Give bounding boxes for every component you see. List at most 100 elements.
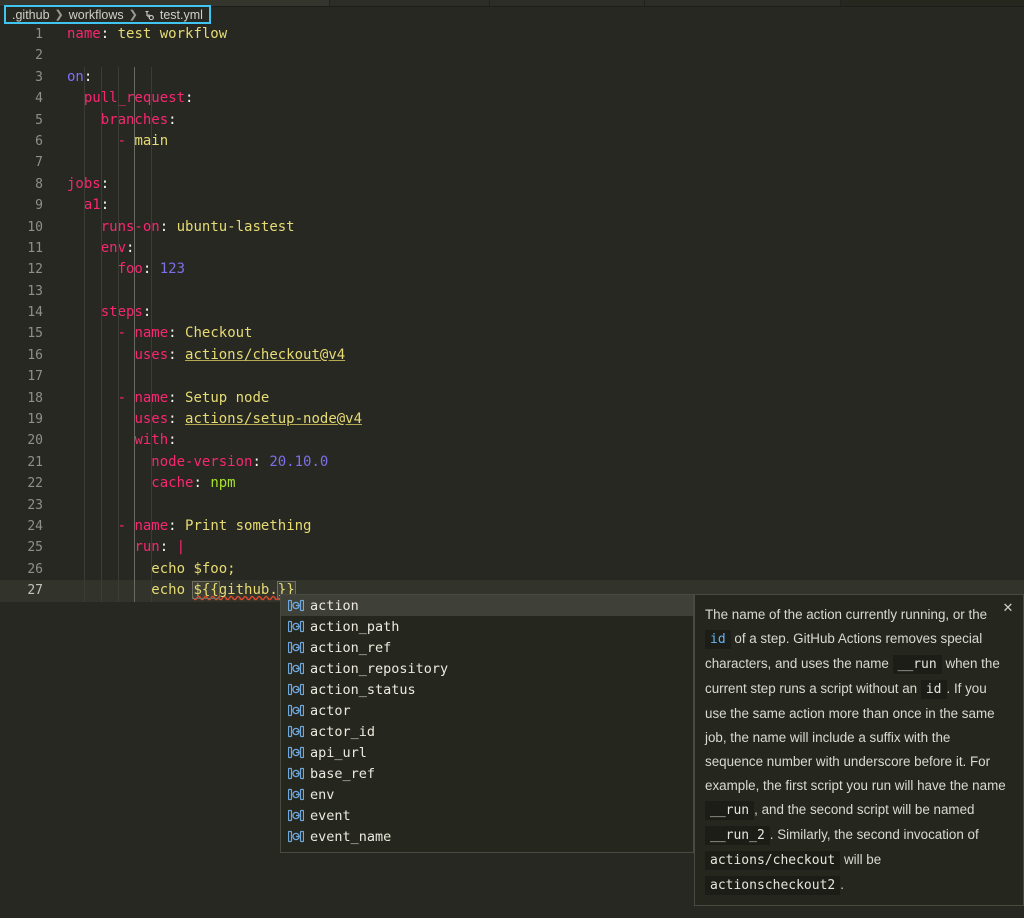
suggestion-item[interactable]: action [281, 595, 693, 616]
suggestion-item[interactable]: env [281, 784, 693, 805]
code-line-content[interactable]: on: [52, 67, 1024, 88]
code-line[interactable]: 2 [0, 45, 1024, 66]
line-number[interactable]: 20 [0, 430, 52, 451]
code-line-content[interactable]: env: [52, 238, 1024, 259]
code-line[interactable]: 24 - name: Print something [0, 516, 1024, 537]
line-number[interactable]: 22 [0, 473, 52, 494]
suggestion-list[interactable]: action action_path action_ref action_reposi… [281, 595, 693, 847]
code-line-content[interactable]: - name: Print something [52, 516, 1024, 537]
line-number[interactable]: 4 [0, 88, 52, 109]
editor-tab[interactable] [330, 0, 490, 6]
code-lines[interactable]: 1 name: test workflow 2 3 on: 4 pull_request:… [0, 24, 1024, 602]
code-line[interactable]: 1 name: test workflow [0, 24, 1024, 45]
suggestion-item[interactable]: api_url [281, 742, 693, 763]
line-number[interactable]: 6 [0, 131, 52, 152]
line-number[interactable]: 8 [0, 174, 52, 195]
code-line[interactable]: 6 - main [0, 131, 1024, 152]
documentation-inline-code: __run [705, 801, 755, 820]
line-number[interactable]: 12 [0, 259, 52, 280]
code-line[interactable]: 17 [0, 366, 1024, 387]
code-line[interactable]: 18 - name: Setup node [0, 388, 1024, 409]
documentation-paragraph: . Similarly, the second invocation of [769, 827, 979, 842]
code-line-content[interactable]: steps: [52, 302, 1024, 323]
line-number[interactable]: 14 [0, 302, 52, 323]
code-line-content[interactable]: foo: 123 [52, 259, 1024, 280]
code-token: : [159, 218, 169, 235]
code-line[interactable]: 23 [0, 495, 1024, 516]
line-number[interactable]: 19 [0, 409, 52, 430]
line-number[interactable]: 13 [0, 281, 52, 302]
code-line-content[interactable]: run: | [52, 537, 1024, 558]
code-line-content[interactable]: jobs: [52, 174, 1024, 195]
code-line[interactable]: 9 a1: [0, 195, 1024, 216]
line-number[interactable]: 11 [0, 238, 52, 259]
suggestion-item[interactable]: base_ref [281, 763, 693, 784]
line-number[interactable]: 15 [0, 323, 52, 344]
code-line[interactable]: 11 env: [0, 238, 1024, 259]
line-number[interactable]: 16 [0, 345, 52, 366]
code-line-content[interactable]: echo $foo; [52, 559, 1024, 580]
code-line-content[interactable]: with: [52, 430, 1024, 451]
editor-tab[interactable] [490, 0, 645, 6]
suggestion-item[interactable]: actor_id [281, 721, 693, 742]
breadcrumb[interactable]: .github ❯ workflows ❯ test.yml [4, 5, 211, 24]
suggestion-item[interactable]: actor [281, 700, 693, 721]
line-number[interactable]: 7 [0, 152, 52, 173]
code-line-content[interactable]: a1: [52, 195, 1024, 216]
breadcrumb-item[interactable]: test.yml [160, 8, 203, 22]
code-line-content[interactable]: - name: Setup node [52, 388, 1024, 409]
code-line-content[interactable]: uses: actions/checkout@v4 [52, 345, 1024, 366]
code-line[interactable]: 10 runs-on: ubuntu-lastest [0, 217, 1024, 238]
line-number[interactable]: 24 [0, 516, 52, 537]
breadcrumb-item[interactable]: .github [12, 8, 50, 22]
code-line-content[interactable]: node-version: 20.10.0 [52, 452, 1024, 473]
code-line[interactable]: 14 steps: [0, 302, 1024, 323]
line-number[interactable]: 25 [0, 537, 52, 558]
code-line[interactable]: 20 with: [0, 430, 1024, 451]
suggestion-item[interactable]: action_ref [281, 637, 693, 658]
code-line[interactable]: 25 run: | [0, 537, 1024, 558]
code-line-content[interactable]: branches: [52, 110, 1024, 131]
line-number[interactable]: 1 [0, 24, 52, 45]
code-line[interactable]: 26 echo $foo; [0, 559, 1024, 580]
code-line[interactable]: 16 uses: actions/checkout@v4 [0, 345, 1024, 366]
suggestion-item[interactable]: action_status [281, 679, 693, 700]
line-number[interactable]: 21 [0, 452, 52, 473]
line-number[interactable]: 27 [0, 580, 52, 601]
line-number[interactable]: 10 [0, 217, 52, 238]
suggestion-item[interactable]: action_repository [281, 658, 693, 679]
code-line-content[interactable]: runs-on: ubuntu-lastest [52, 217, 1024, 238]
code-line[interactable]: 13 [0, 281, 1024, 302]
suggestion-widget[interactable]: action action_path action_ref action_reposi… [280, 594, 694, 853]
code-line[interactable]: 4 pull_request: [0, 88, 1024, 109]
code-line[interactable]: 5 branches: [0, 110, 1024, 131]
code-line-content[interactable]: uses: actions/setup-node@v4 [52, 409, 1024, 430]
code-line[interactable]: 19 uses: actions/setup-node@v4 [0, 409, 1024, 430]
code-line-content[interactable]: - name: Checkout [52, 323, 1024, 344]
editor-tab[interactable] [645, 0, 841, 6]
close-icon[interactable]: ✕ [1000, 600, 1016, 616]
line-number[interactable]: 18 [0, 388, 52, 409]
code-line[interactable]: 21 node-version: 20.10.0 [0, 452, 1024, 473]
line-number[interactable]: 17 [0, 366, 52, 387]
line-number[interactable]: 3 [0, 67, 52, 88]
suggestion-item[interactable]: event_name [281, 826, 693, 847]
suggestion-item[interactable]: event [281, 805, 693, 826]
breadcrumb-item[interactable]: workflows [69, 8, 124, 22]
code-line-content[interactable]: - main [52, 131, 1024, 152]
code-line[interactable]: 8 jobs: [0, 174, 1024, 195]
code-line-content[interactable]: pull_request: [52, 88, 1024, 109]
code-line[interactable]: 3 on: [0, 67, 1024, 88]
code-line-content[interactable]: name: test workflow [52, 24, 1024, 45]
code-line[interactable]: 22 cache: npm [0, 473, 1024, 494]
line-number[interactable]: 5 [0, 110, 52, 131]
line-number[interactable]: 2 [0, 45, 52, 66]
code-line[interactable]: 7 [0, 152, 1024, 173]
suggestion-item[interactable]: action_path [281, 616, 693, 637]
code-line[interactable]: 15 - name: Checkout [0, 323, 1024, 344]
line-number[interactable]: 9 [0, 195, 52, 216]
code-line-content[interactable]: cache: npm [52, 473, 1024, 494]
line-number[interactable]: 23 [0, 495, 52, 516]
line-number[interactable]: 26 [0, 559, 52, 580]
code-line[interactable]: 12 foo: 123 [0, 259, 1024, 280]
